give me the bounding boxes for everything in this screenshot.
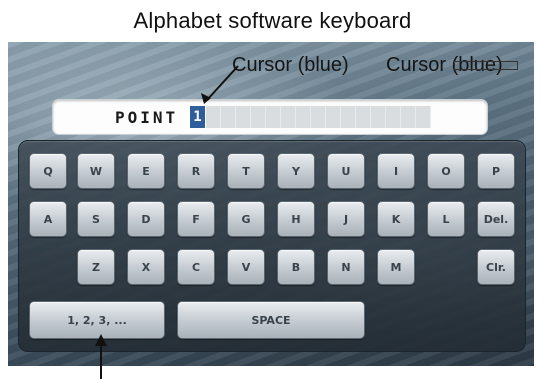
key-e[interactable]: E <box>127 153 165 189</box>
key-m[interactable]: M <box>377 249 415 285</box>
text-cursor: 1 <box>190 106 205 128</box>
key-t[interactable]: T <box>227 153 265 189</box>
key-a[interactable]: A <box>29 201 67 237</box>
key-u[interactable]: U <box>327 153 365 189</box>
clear-key[interactable]: Clr. <box>477 249 515 285</box>
key-s[interactable]: S <box>77 201 115 237</box>
key-j[interactable]: J <box>327 201 365 237</box>
key-l[interactable]: L <box>427 201 465 237</box>
key-d[interactable]: D <box>127 201 165 237</box>
key-k[interactable]: K <box>377 201 415 237</box>
key-v[interactable]: V <box>227 249 265 285</box>
key-i[interactable]: I <box>377 153 415 189</box>
key-n[interactable]: N <box>327 249 365 285</box>
key-y[interactable]: Y <box>277 153 315 189</box>
key-r[interactable]: R <box>177 153 215 189</box>
callout-overlay-box <box>454 61 518 70</box>
key-f[interactable]: F <box>177 201 215 237</box>
input-value: POINT <box>115 108 179 127</box>
key-o[interactable]: O <box>427 153 465 189</box>
key-c[interactable]: C <box>177 249 215 285</box>
key-z[interactable]: Z <box>77 249 115 285</box>
numeric-keyboard-button[interactable]: 1, 2, 3, ... <box>29 301 165 339</box>
cursor-callout-label: Cursor (blue) <box>232 54 349 76</box>
key-b[interactable]: B <box>277 249 315 285</box>
delete-key[interactable]: Del. <box>477 201 515 237</box>
key-x[interactable]: X <box>127 249 165 285</box>
figure-title: Alphabet software keyboard <box>133 8 412 33</box>
software-keyboard: Q W E R T Y U I O P A S D F G H J K L De… <box>18 140 526 352</box>
space-key[interactable]: SPACE <box>177 301 365 339</box>
key-w[interactable]: W <box>77 153 115 189</box>
input-empty-cells <box>206 106 431 128</box>
key-q[interactable]: Q <box>29 153 67 189</box>
key-p[interactable]: P <box>477 153 515 189</box>
key-g[interactable]: G <box>227 201 265 237</box>
key-h[interactable]: H <box>277 201 315 237</box>
